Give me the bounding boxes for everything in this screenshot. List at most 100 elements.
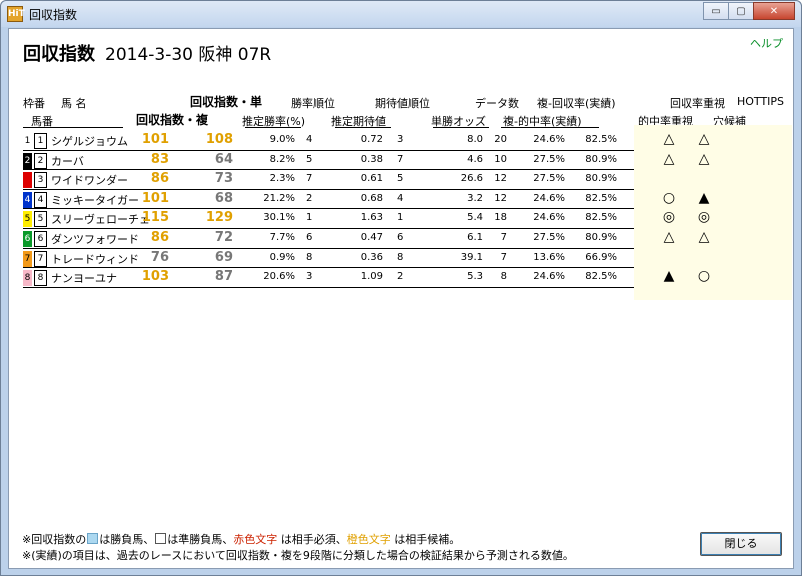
- header-underline: [501, 127, 599, 128]
- waku-number: 3: [23, 172, 32, 189]
- title-bar[interactable]: HiT 回収指数 ▭ ▢ ✕: [1, 1, 801, 27]
- index-place-value: 129: [205, 210, 233, 226]
- est-ev: 0.36: [360, 251, 383, 263]
- page-title: 回収指数: [23, 44, 95, 65]
- hit-focus-mark: △: [698, 131, 710, 147]
- table-row[interactable]: 6 6 ダンツフォワード 86 72 7.7% 6 0.47 6 6.1 7 27.5% 80.9% △ △: [23, 229, 793, 249]
- maximize-button[interactable]: ▢: [728, 2, 754, 20]
- place-hit-rate: 27.5%: [533, 153, 565, 165]
- est-win-rate: 21.2%: [263, 192, 295, 204]
- data-count: 12: [494, 173, 507, 185]
- header-data-count: データ数: [475, 97, 519, 110]
- app-window: HiT 回収指数 ▭ ▢ ✕ ヘルプ 回収指数 2014-3-30 阪神 07R …: [0, 0, 802, 576]
- ev-rank: 3: [397, 134, 404, 145]
- est-win-rate: 7.7%: [269, 232, 295, 243]
- data-count: 18: [494, 212, 507, 224]
- est-win-rate: 9.0%: [269, 134, 295, 145]
- ev-rank: 4: [397, 192, 404, 204]
- hit-focus-mark: △: [698, 229, 710, 245]
- place-recovery: 82.5%: [585, 212, 617, 224]
- hit-focus-mark: ○: [697, 268, 711, 285]
- win-rank: 4: [306, 134, 313, 145]
- header-recovery-focus: 回収率重視: [670, 97, 725, 110]
- header-underline: [245, 127, 301, 128]
- close-window-button[interactable]: ✕: [753, 2, 795, 20]
- recovery-focus-mark: ◎: [662, 209, 676, 226]
- place-hit-rate: 27.5%: [533, 232, 565, 243]
- hit-focus-mark: ▲: [698, 189, 710, 206]
- ev-rank: 2: [397, 271, 404, 283]
- table-row[interactable]: 1 1 シゲルジョウム 101 108 9.0% 4 0.72 3 8.0 20 24.6% 82.5%…: [23, 131, 793, 151]
- header-win-rank: 勝率順位: [291, 97, 335, 110]
- win-rank: 8: [306, 251, 313, 263]
- table-row[interactable]: 2 2 カーバ 83 64 8.2% 5 0.38 7 4.6 10 27.5% 80.9% △ △: [23, 151, 793, 171]
- client-area: ヘルプ 回収指数 2014-3-30 阪神 07R 枠番 馬 名 回収指数・単 勝…: [8, 28, 794, 569]
- index-win-value: 115: [141, 210, 169, 226]
- umaban-number: 2: [34, 152, 47, 169]
- table-row[interactable]: 3 3 ワイドワンダー 86 73 2.3% 7 0.61 5 26.6 12 27.5% 80.9%: [23, 170, 793, 190]
- place-hit-rate: 24.6%: [533, 192, 565, 204]
- table-row[interactable]: 5 5 スリーヴェローチェ 115 129 30.1% 1 1.63 1 5.4 18 24.6% 82…: [23, 209, 793, 229]
- est-win-rate: 2.3%: [269, 173, 295, 185]
- header-underline: [335, 127, 391, 128]
- recovery-focus-mark: △: [663, 150, 675, 167]
- place-recovery: 82.5%: [585, 271, 617, 283]
- place-hit-rate: 24.6%: [533, 134, 565, 145]
- place-recovery: 66.9%: [585, 251, 617, 263]
- index-place-value: 108: [205, 132, 233, 147]
- est-ev: 0.72: [360, 134, 383, 145]
- table-row[interactable]: 7 7 トレードウィンド 76 69 0.9% 8 0.36 8 39.1 7 13.6% 66.9%: [23, 249, 793, 269]
- win-odds: 5.4: [467, 212, 483, 224]
- recovery-focus-mark: △: [663, 229, 675, 245]
- help-link[interactable]: ヘルプ: [750, 35, 783, 51]
- est-win-rate: 8.2%: [269, 153, 295, 165]
- horse-name: カーバ: [51, 154, 84, 168]
- index-place-value: 69: [214, 249, 233, 265]
- header-name: 馬 名: [61, 97, 87, 110]
- index-win-value: 103: [141, 269, 169, 285]
- recovery-focus-mark: ○: [662, 189, 676, 206]
- win-odds: 5.3: [467, 271, 483, 283]
- umaban-number: 3: [34, 172, 47, 189]
- footer-note-2: ※(実績)の項目は、過去のレースにおいて回収指数・複を9段階に分類した場合の検証…: [22, 549, 574, 562]
- header-underline: [23, 127, 123, 128]
- close-button[interactable]: 閉じる: [700, 532, 782, 556]
- swatch-semi-bet: [155, 533, 167, 544]
- index-place-value: 68: [214, 190, 233, 206]
- ev-rank: 1: [397, 212, 404, 224]
- est-ev: 0.61: [360, 173, 383, 185]
- est-win-rate: 30.1%: [263, 212, 295, 224]
- place-recovery: 82.5%: [585, 134, 617, 145]
- index-win-value: 86: [150, 230, 169, 245]
- umaban-number: 7: [34, 250, 47, 267]
- table-row[interactable]: 4 4 ミッキータイガー 101 68 21.2% 2 0.68 4 3.2 12 24.6% 82.5…: [23, 190, 793, 210]
- place-recovery: 80.9%: [585, 153, 617, 165]
- footer-text: は準勝負馬、: [167, 533, 234, 546]
- window-title: 回収指数: [29, 8, 78, 22]
- race-header: 回収指数 2014-3-30 阪神 07R: [23, 40, 271, 66]
- est-ev: 0.68: [360, 192, 383, 204]
- race-detail: 2014-3-30 阪神 07R: [105, 45, 272, 65]
- data-count: 20: [494, 134, 507, 145]
- footer-text: ※回収指数の: [22, 533, 87, 546]
- ev-rank: 6: [397, 232, 404, 243]
- hit-focus-mark: △: [698, 150, 710, 167]
- index-place-value: 64: [214, 151, 233, 167]
- horse-name: スリーヴェローチェ: [51, 213, 150, 227]
- win-rank: 7: [306, 173, 313, 185]
- waku-number: 7: [23, 250, 32, 267]
- horse-name: シゲルジョウム: [51, 135, 128, 148]
- est-ev: 0.47: [360, 232, 383, 243]
- minimize-button[interactable]: ▭: [703, 2, 729, 20]
- index-win-value: 101: [141, 132, 169, 147]
- umaban-number: 4: [34, 191, 47, 208]
- waku-number: 6: [23, 231, 32, 247]
- table-row[interactable]: 8 8 ナンヨーユナ 103 87 20.6% 3 1.09 2 5.3 8 24.6% 82.5% ▲ ○: [23, 268, 793, 288]
- header-underline: [433, 127, 489, 128]
- footer-note-1: ※回収指数の は勝負馬、 は準勝負馬、赤色文字 は相手必須、橙色文字 は相手候補。: [22, 531, 460, 547]
- ev-rank: 8: [397, 251, 404, 263]
- row-divider: [23, 286, 634, 288]
- waku-number: 8: [23, 270, 32, 287]
- win-odds: 8.0: [467, 134, 483, 145]
- index-win-value: 101: [141, 190, 169, 206]
